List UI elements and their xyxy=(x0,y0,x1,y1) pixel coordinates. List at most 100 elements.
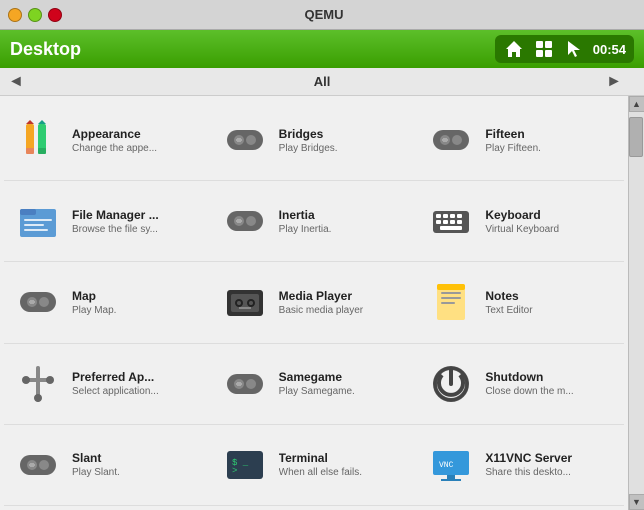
app-name: Bridges xyxy=(279,127,408,141)
app-info: Bridges Play Bridges. xyxy=(279,127,408,154)
app-name: Appearance xyxy=(72,127,201,141)
app-item-x11vnc-server[interactable]: VNC X11VNC Server Share this deskto... xyxy=(417,425,624,506)
app-desc: Select application... xyxy=(72,386,201,397)
svg-text:VNC: VNC xyxy=(439,461,454,470)
header-controls: 00:54 xyxy=(495,35,634,63)
app-desc: Play Samegame. xyxy=(279,386,408,397)
scrollbar[interactable]: ▲ ▼ xyxy=(628,96,644,510)
app-info: Slant Play Slant. xyxy=(72,451,201,478)
app-desc: Play Slant. xyxy=(72,467,201,478)
app-desc: Browse the file sy... xyxy=(72,224,201,235)
title-bar: QEMU xyxy=(0,0,644,30)
app-item-appearance[interactable]: Appearance Change the appe... xyxy=(4,100,211,181)
terminal-icon: $ _ > xyxy=(221,441,269,489)
app-name: Preferred Ap... xyxy=(72,370,201,384)
nav-right-arrow[interactable]: ► xyxy=(598,68,630,96)
app-name: Map xyxy=(72,289,201,303)
app-info: TerminalWhen all else fails. xyxy=(279,451,408,478)
nav-section-label: All xyxy=(314,74,331,89)
app-info: Shutdown Close down the m... xyxy=(485,370,614,397)
notes-icon xyxy=(427,278,475,326)
app-info: Inertia Play Inertia. xyxy=(279,208,408,235)
app-info: Fifteen Play Fifteen. xyxy=(485,127,614,154)
app-item-map[interactable]: Map Play Map. xyxy=(4,262,211,343)
gamepad-icon xyxy=(14,441,62,489)
window-title: QEMU xyxy=(62,7,586,22)
app-info: File Manager ... Browse the file sy... xyxy=(72,208,201,235)
app-item-fifteen[interactable]: Fifteen Play Fifteen. xyxy=(417,100,624,181)
app-info: Notes Text Editor xyxy=(485,289,614,316)
app-item-file-manager----[interactable]: File Manager ... Browse the file sy... xyxy=(4,181,211,262)
app-desc: Play Inertia. xyxy=(279,224,408,235)
app-name: Terminal xyxy=(279,451,408,465)
home-icon[interactable] xyxy=(503,38,525,60)
app-name: Shutdown xyxy=(485,370,614,384)
appearance-icon xyxy=(14,116,62,164)
app-name: File Manager ... xyxy=(72,208,201,222)
app-item-slant[interactable]: Slant Play Slant. xyxy=(4,425,211,506)
app-item-samegame[interactable]: Samegame Play Samegame. xyxy=(211,344,418,425)
close-button[interactable] xyxy=(48,8,62,22)
app-name: Notes xyxy=(485,289,614,303)
app-name: Inertia xyxy=(279,208,408,222)
app-item-keyboard[interactable]: Keyboard Virtual Keyboard xyxy=(417,181,624,262)
app-item-inertia[interactable]: Inertia Play Inertia. xyxy=(211,181,418,262)
app-desc: Play Bridges. xyxy=(279,143,408,154)
desktop-label: Desktop xyxy=(10,39,485,60)
gamepad-icon xyxy=(221,360,269,408)
app-desc: Virtual Keyboard xyxy=(485,224,614,235)
clock-display: 00:54 xyxy=(593,42,626,57)
svg-text:>: > xyxy=(232,466,237,476)
app-info: Keyboard Virtual Keyboard xyxy=(485,208,614,235)
window-controls xyxy=(8,8,62,22)
app-item-terminal[interactable]: $ _ > TerminalWhen all else fails. xyxy=(211,425,418,506)
gamepad-icon xyxy=(221,116,269,164)
app-name: X11VNC Server xyxy=(485,451,614,465)
app-desc: Change the appe... xyxy=(72,143,201,154)
app-info: Appearance Change the appe... xyxy=(72,127,201,154)
app-item-notes[interactable]: Notes Text Editor xyxy=(417,262,624,343)
grid-icon[interactable] xyxy=(533,38,555,60)
app-info: Preferred Ap... Select application... xyxy=(72,370,201,397)
minimize-button[interactable] xyxy=(8,8,22,22)
desktop-header: Desktop 00:54 xyxy=(0,30,644,68)
app-name: Fifteen xyxy=(485,127,614,141)
app-desc: Play Map. xyxy=(72,305,201,316)
nav-bar: ◄ All ► xyxy=(0,68,644,96)
wrench-icon xyxy=(14,360,62,408)
app-info: Media Player Basic media player xyxy=(279,289,408,316)
app-info: X11VNC Server Share this deskto... xyxy=(485,451,614,478)
gamepad-icon xyxy=(14,278,62,326)
app-name: Samegame xyxy=(279,370,408,384)
app-info: Samegame Play Samegame. xyxy=(279,370,408,397)
shutdown-icon xyxy=(427,360,475,408)
scroll-up-button[interactable]: ▲ xyxy=(629,96,644,112)
app-grid: Appearance Change the appe... Bridges Play… xyxy=(0,96,628,510)
maximize-button[interactable] xyxy=(28,8,42,22)
scroll-track xyxy=(629,112,644,494)
app-item-media-player[interactable]: Media Player Basic media player xyxy=(211,262,418,343)
app-name: Slant xyxy=(72,451,201,465)
app-desc: Share this deskto... xyxy=(485,467,614,478)
app-item-preferred-ap---[interactable]: Preferred Ap... Select application... xyxy=(4,344,211,425)
app-desc: Play Fifteen. xyxy=(485,143,614,154)
mediaplayer-icon xyxy=(221,278,269,326)
keyboard-icon xyxy=(427,197,475,245)
app-desc: Text Editor xyxy=(485,305,614,316)
app-desc: Basic media player xyxy=(279,305,408,316)
scroll-down-button[interactable]: ▼ xyxy=(629,494,644,510)
cursor-icon xyxy=(563,38,585,60)
app-desc: Close down the m... xyxy=(485,386,614,397)
app-item-bridges[interactable]: Bridges Play Bridges. xyxy=(211,100,418,181)
filemanager-icon xyxy=(14,197,62,245)
gamepad-icon xyxy=(221,197,269,245)
gamepad-icon xyxy=(427,116,475,164)
nav-left-arrow[interactable]: ◄ xyxy=(0,68,32,96)
app-name: Keyboard xyxy=(485,208,614,222)
vnc-icon: VNC xyxy=(427,441,475,489)
app-info: Map Play Map. xyxy=(72,289,201,316)
app-name: Media Player xyxy=(279,289,408,303)
main-area: Appearance Change the appe... Bridges Play… xyxy=(0,96,644,510)
scroll-thumb[interactable] xyxy=(629,117,643,157)
app-item-shutdown[interactable]: Shutdown Close down the m... xyxy=(417,344,624,425)
